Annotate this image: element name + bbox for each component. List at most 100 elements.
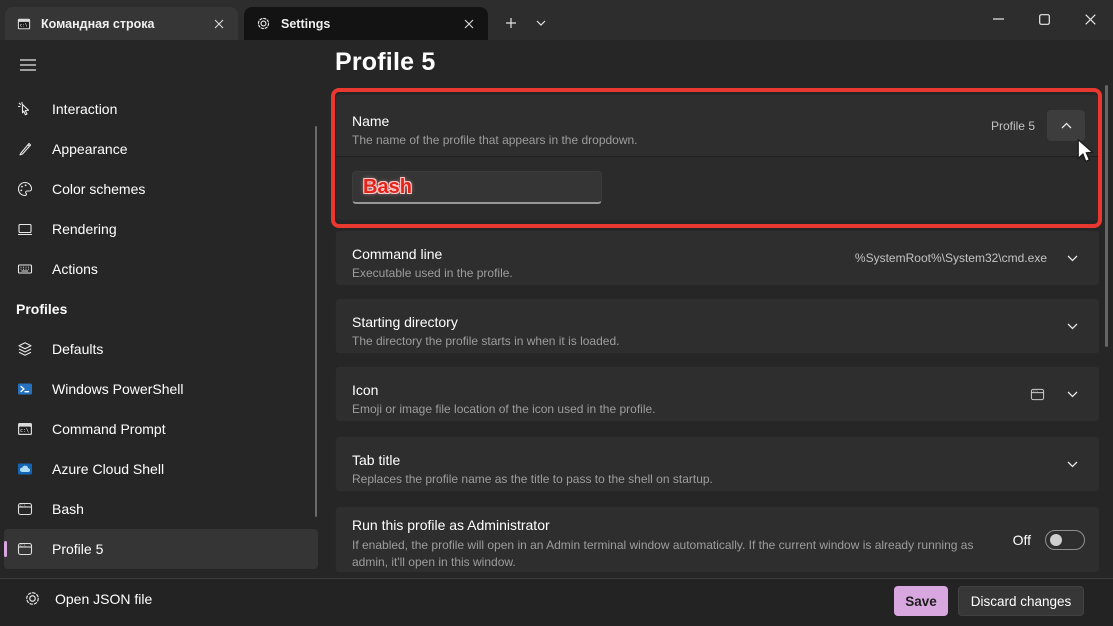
setting-description: If enabled, the profile will open in an … — [352, 537, 990, 571]
maximize-button[interactable] — [1021, 0, 1067, 38]
sidebar-item-label: Appearance — [52, 141, 128, 157]
bottom-bar: Open JSON file Save Discard changes — [0, 578, 1113, 626]
toggle-knob — [1050, 534, 1062, 546]
collapse-button[interactable] — [1047, 110, 1085, 141]
actions-keyboard-icon — [16, 260, 34, 278]
gear-icon — [256, 16, 271, 31]
tab-title-setting-card[interactable]: Tab title Replaces the profile name as t… — [335, 436, 1100, 492]
layers-icon — [16, 340, 34, 358]
tab-close-icon[interactable] — [208, 13, 230, 35]
terminal-icon: c:\ — [16, 500, 34, 518]
main-content: Profile 5 Name The name of the profile t… — [335, 40, 1100, 578]
command-prompt-icon: c:\ — [16, 420, 34, 438]
interaction-cursor-icon — [16, 100, 34, 118]
name-input[interactable]: Bash — [352, 171, 602, 204]
name-expanded-area: Bash — [336, 156, 1099, 221]
setting-description: Replaces the profile name as the title t… — [352, 472, 1059, 486]
cmd-icon: c:\ — [17, 17, 31, 31]
sidebar-item-appearance[interactable]: Appearance — [4, 129, 318, 169]
sidebar-item-label: Profile 5 — [52, 541, 103, 557]
terminal-icon: c:\ — [16, 540, 34, 558]
open-json-file-label: Open JSON file — [55, 591, 152, 607]
sidebar-item-label: Windows PowerShell — [52, 381, 184, 397]
windows-terminal-settings-window: c:\ Командная строка Settings — [0, 0, 1113, 626]
setting-title: Starting directory — [352, 314, 1059, 330]
sidebar-item-azure-cloud-shell[interactable]: Azure Cloud Shell — [4, 449, 318, 489]
tab-settings[interactable]: Settings — [244, 7, 488, 40]
sidebar-item-label: Interaction — [52, 101, 117, 117]
chevron-down-icon[interactable] — [1059, 313, 1085, 339]
sidebar-item-defaults[interactable]: Defaults — [4, 329, 318, 369]
sidebar-item-profile-5[interactable]: c:\ Profile 5 — [4, 529, 318, 569]
rendering-monitor-icon — [16, 220, 34, 238]
sidebar-item-label: Color schemes — [52, 181, 145, 197]
sidebar-item-interaction[interactable]: Interaction — [4, 89, 318, 129]
setting-description: The name of the profile that appears in … — [352, 133, 991, 147]
tab-label: Командная строка — [41, 17, 208, 31]
close-button[interactable] — [1067, 0, 1113, 38]
sidebar: Interaction Appearance Color schemes Ren… — [0, 40, 322, 578]
setting-current-value: Profile 5 — [991, 119, 1035, 133]
command-line-setting-card[interactable]: Command line Executable used in the prof… — [335, 230, 1100, 286]
sidebar-scrollbar[interactable] — [315, 126, 317, 517]
admin-toggle-switch[interactable] — [1045, 530, 1085, 550]
chevron-down-icon[interactable] — [1059, 381, 1085, 407]
mouse-cursor — [1076, 139, 1096, 165]
page-title: Profile 5 — [335, 48, 435, 77]
azure-cloud-icon — [16, 460, 34, 478]
content-scrollbar[interactable] — [1105, 85, 1108, 347]
setting-title: Run this profile as Administrator — [352, 517, 1013, 533]
chevron-down-icon[interactable] — [1059, 451, 1085, 477]
sidebar-item-actions[interactable]: Actions — [4, 249, 318, 289]
save-button[interactable]: Save — [894, 586, 948, 616]
tab-close-icon[interactable] — [458, 13, 480, 35]
run-as-admin-setting-card: Run this profile as Administrator If ena… — [335, 506, 1100, 573]
chevron-up-icon — [1061, 122, 1072, 129]
sidebar-item-rendering[interactable]: Rendering — [4, 209, 318, 249]
svg-text:c:\: c:\ — [20, 428, 29, 434]
sidebar-item-label: Actions — [52, 261, 98, 277]
tab-dropdown-button[interactable] — [528, 10, 554, 36]
chevron-down-icon[interactable] — [1059, 245, 1085, 271]
sidebar-item-bash[interactable]: c:\ Bash — [4, 489, 318, 529]
starting-directory-setting-card[interactable]: Starting directory The directory the pro… — [335, 298, 1100, 354]
tab-command-prompt[interactable]: c:\ Командная строка — [5, 7, 238, 40]
sidebar-item-command-prompt[interactable]: c:\ Command Prompt — [4, 409, 318, 449]
color-palette-icon — [16, 180, 34, 198]
svg-text:c:\: c:\ — [20, 503, 26, 507]
setting-title: Name — [352, 113, 991, 129]
selected-accent-pill — [4, 541, 7, 557]
profiles-section-label: Profiles — [0, 289, 322, 329]
icon-setting-card[interactable]: Icon Emoji or image file location of the… — [335, 366, 1100, 422]
tab-label: Settings — [281, 17, 458, 31]
appearance-pen-icon — [16, 140, 34, 158]
sidebar-item-label: Bash — [52, 501, 84, 517]
name-expander-header[interactable]: Name The name of the profile that appear… — [336, 95, 1099, 156]
toggle-state-label: Off — [1013, 532, 1031, 548]
setting-description: The directory the profile starts in when… — [352, 334, 1059, 348]
name-input-text: Bash — [363, 176, 412, 199]
minimize-button[interactable] — [975, 0, 1021, 38]
sidebar-item-windows-powershell[interactable]: Windows PowerShell — [4, 369, 318, 409]
sidebar-item-label: Command Prompt — [52, 421, 166, 437]
setting-title: Icon — [352, 382, 1030, 398]
setting-description: Emoji or image file location of the icon… — [352, 402, 1030, 416]
new-tab-button[interactable] — [498, 10, 524, 36]
powershell-icon — [16, 380, 34, 398]
name-setting-card: Name The name of the profile that appear… — [335, 94, 1100, 221]
gear-icon — [24, 590, 41, 607]
setting-current-value: %SystemRoot%\System32\cmd.exe — [855, 251, 1047, 265]
svg-text:c:\: c:\ — [20, 22, 28, 28]
setting-title: Command line — [352, 246, 855, 262]
svg-text:c:\: c:\ — [20, 543, 26, 547]
titlebar: c:\ Командная строка Settings — [0, 0, 1113, 40]
setting-description: Executable used in the profile. — [352, 266, 855, 280]
setting-title: Tab title — [352, 452, 1059, 468]
sidebar-item-label: Azure Cloud Shell — [52, 461, 164, 477]
discard-changes-button[interactable]: Discard changes — [958, 586, 1084, 616]
open-json-file-button[interactable]: Open JSON file — [24, 590, 152, 607]
hamburger-menu-button[interactable] — [14, 52, 42, 78]
sidebar-item-label: Defaults — [52, 341, 103, 357]
sidebar-item-color-schemes[interactable]: Color schemes — [4, 169, 318, 209]
sidebar-item-label: Rendering — [52, 221, 117, 237]
